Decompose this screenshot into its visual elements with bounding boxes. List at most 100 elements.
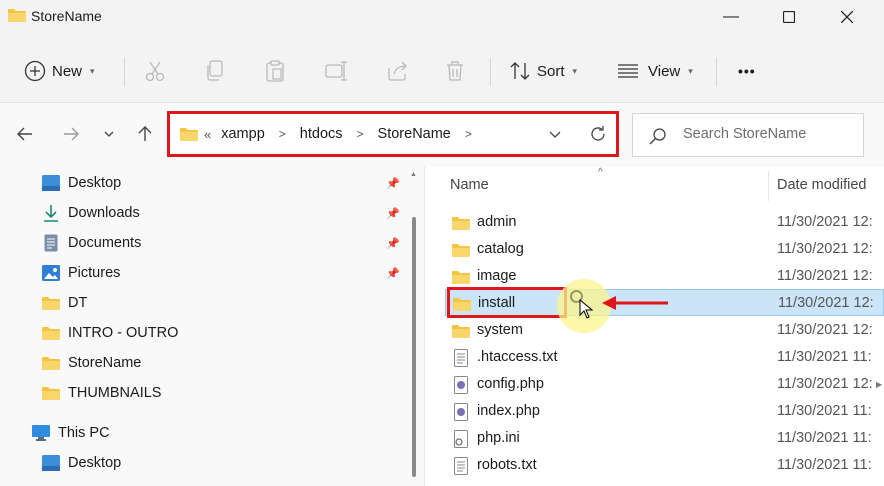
breadcrumb-xampp[interactable]: xampp (221, 126, 265, 142)
chevron-down-icon: ▾ (688, 65, 693, 76)
navigation-pane: Desktop 📌 Downloads 📌 Documents 📌 Pictur… (0, 167, 424, 486)
forward-button[interactable] (58, 121, 84, 147)
refresh-icon[interactable] (589, 125, 607, 143)
folder-icon (42, 294, 60, 312)
rename-icon (325, 61, 347, 81)
install-highlight-box (447, 287, 567, 318)
column-header-date[interactable]: Date modified (777, 177, 866, 193)
up-button[interactable] (132, 121, 158, 147)
sidebar-item-dt[interactable]: DT (42, 289, 87, 317)
file-row-admin[interactable]: admin 11/30/2021 12: (445, 209, 884, 236)
file-name: .htaccess.txt (477, 349, 558, 365)
arrow-up-icon (138, 126, 152, 141)
column-divider[interactable] (768, 171, 769, 201)
php-file-icon (454, 376, 468, 394)
pin-icon[interactable]: 📌 (386, 236, 400, 250)
chevron-right-icon[interactable]: > (465, 127, 472, 141)
folder-icon (452, 217, 470, 230)
chevron-right-icon[interactable]: > (357, 127, 364, 141)
breadcrumb-storename[interactable]: StoreName (378, 126, 451, 142)
address-bar[interactable]: « xampp > htdocs > StoreName > (167, 111, 619, 157)
file-date: 11/30/2021 12: (777, 322, 873, 338)
desktop-icon (42, 174, 60, 192)
file-date: 11/30/2021 12: (777, 214, 873, 230)
file-row-php-ini[interactable]: php.ini 11/30/2021 11: (445, 425, 884, 452)
close-button[interactable] (818, 0, 876, 34)
arrow-left-icon (17, 127, 32, 141)
search-input[interactable] (681, 125, 855, 143)
sort-ascending-icon: ^ (598, 167, 603, 178)
column-header-name[interactable]: Name (450, 177, 489, 193)
file-row-index-php[interactable]: index.php 11/30/2021 11: (445, 398, 884, 425)
copy-button[interactable] (206, 56, 224, 86)
file-row-config-php[interactable]: config.php 11/30/2021 12: (445, 371, 884, 398)
file-name: php.ini (477, 430, 520, 446)
maximize-button[interactable] (760, 0, 818, 34)
delete-icon (447, 61, 463, 81)
share-button[interactable] (386, 56, 408, 86)
file-name: index.php (477, 403, 540, 419)
file-date: 11/30/2021 12: (777, 376, 873, 392)
copy-icon (207, 60, 223, 81)
folder-icon (42, 354, 60, 372)
scroll-right-icon[interactable]: ▶ (876, 380, 882, 389)
toolbar-divider (124, 58, 125, 86)
rename-button[interactable] (325, 56, 347, 86)
recent-locations-button[interactable] (96, 121, 122, 147)
pin-icon[interactable]: 📌 (386, 206, 400, 220)
view-label: View (648, 62, 681, 80)
pin-icon[interactable]: 📌 (386, 176, 400, 190)
sort-label: Sort (537, 62, 565, 80)
document-icon (42, 234, 60, 252)
text-file-icon (454, 457, 468, 475)
sidebar-item-pc-desktop[interactable]: Desktop (42, 449, 121, 477)
sidebar-item-thumbnails[interactable]: THUMBNAILS (42, 379, 161, 407)
breadcrumb-htdocs[interactable]: htdocs (300, 126, 343, 142)
file-date: 11/30/2021 12: (778, 295, 874, 311)
sort-button[interactable]: Sort ▾ (509, 56, 577, 86)
toolbar-divider (716, 58, 717, 86)
view-button[interactable]: View ▾ (618, 56, 693, 86)
file-row-image[interactable]: image 11/30/2021 12: (445, 263, 884, 290)
breadcrumb-overflow[interactable]: « (204, 127, 211, 142)
file-date: 11/30/2021 12: (777, 268, 873, 284)
sidebar-scrollbar[interactable]: ▲ (410, 167, 418, 486)
toolbar-divider (490, 58, 491, 86)
new-button[interactable]: New ▾ (24, 56, 95, 86)
cut-button[interactable] (145, 56, 165, 86)
folder-icon (42, 324, 60, 342)
new-label: New (52, 62, 83, 80)
scrollbar-thumb[interactable] (412, 217, 416, 477)
folder-icon (8, 9, 26, 22)
file-date: 11/30/2021 11: (777, 457, 872, 473)
delete-button[interactable] (445, 56, 465, 86)
folder-icon (452, 244, 470, 257)
file-name: robots.txt (477, 457, 537, 473)
sidebar-item-this-pc[interactable]: This PC (32, 419, 110, 447)
sidebar-item-label: THUMBNAILS (68, 385, 162, 401)
chevron-down-icon[interactable] (549, 131, 561, 138)
sidebar-item-intro-outro[interactable]: INTRO - OUTRO (42, 319, 178, 347)
search-box[interactable] (632, 113, 864, 157)
sidebar-item-storename[interactable]: StoreName (42, 349, 141, 377)
more-options-button[interactable]: ••• (738, 56, 756, 86)
title-bar: StoreName — (0, 0, 884, 34)
file-row-catalog[interactable]: catalog 11/30/2021 12: (445, 236, 884, 263)
sidebar-item-downloads[interactable]: Downloads (42, 199, 140, 227)
file-row-htaccess[interactable]: .htaccess.txt 11/30/2021 11: (445, 344, 884, 371)
paste-button[interactable] (265, 56, 285, 86)
sidebar-item-desktop[interactable]: Desktop (42, 169, 121, 197)
sidebar-item-documents[interactable]: Documents (42, 229, 141, 257)
scroll-up-icon[interactable]: ▲ (410, 171, 417, 178)
sidebar-item-pictures[interactable]: Pictures (42, 259, 120, 287)
file-row-system[interactable]: system 11/30/2021 12: (445, 317, 884, 344)
back-button[interactable] (12, 121, 38, 147)
minimize-button[interactable]: — (702, 0, 760, 34)
file-name: admin (477, 214, 517, 230)
folder-icon (452, 271, 470, 284)
file-row-robots-txt[interactable]: robots.txt 11/30/2021 11: (445, 452, 884, 479)
more-icon: ••• (738, 63, 756, 79)
chevron-right-icon[interactable]: > (279, 127, 286, 141)
pin-icon[interactable]: 📌 (386, 266, 400, 280)
computer-icon (32, 424, 50, 442)
